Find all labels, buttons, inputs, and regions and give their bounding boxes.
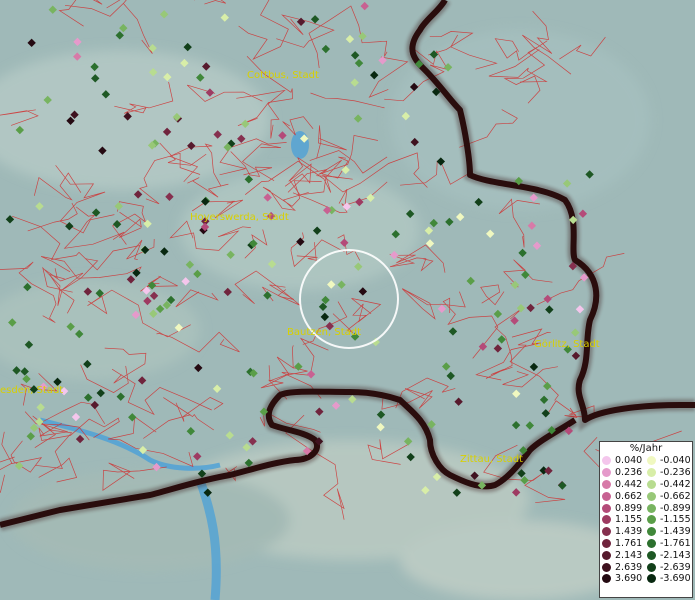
legend-swatch [647,527,656,537]
legend-label: 0.442 [615,478,643,490]
legend-label: 2.639 [615,561,643,573]
legend-label: 1.439 [615,526,643,538]
legend-swatch [647,550,656,560]
legend-entry: -0.040 [647,455,692,467]
legend-swatch [602,550,611,560]
legend-swatch [602,503,611,513]
city-label: Cottbus, Stadt [247,70,319,81]
legend-label: 3.690 [615,573,643,585]
legend-swatch [602,574,611,584]
legend-label: 1.761 [615,537,643,549]
legend-entry: -1.155 [647,514,692,526]
legend-entry: 0.442 [602,479,647,491]
legend-title: %/Jahr [629,443,663,454]
city-label: esden, Stadt [0,385,63,396]
legend-entry: -0.236 [647,467,692,479]
legend-swatch [602,527,611,537]
legend-label: -2.143 [660,549,691,561]
legend-negative-column: -0.040 -0.236 -0.442 -0.662 -0.899 -1.155 -1.4… [647,455,692,585]
city-label: Bautzen, Stadt [287,327,361,338]
legend-label: -2.639 [660,561,691,573]
legend-label: -1.155 [660,514,691,526]
legend-label: 0.040 [615,455,643,467]
legend-entry: 0.662 [602,490,647,502]
legend-entry: 0.899 [602,502,647,514]
legend-label: -1.761 [660,537,691,549]
city-label: Görlitz, Stadt [534,339,600,350]
legend-swatch [647,574,656,584]
legend-swatch [647,562,656,572]
legend-label: 1.155 [615,514,643,526]
legend-swatch [602,456,611,466]
legend-label: -0.040 [660,455,691,467]
legend-entry: -0.442 [647,479,692,491]
city-label: Zittau, Stadt [460,454,523,465]
legend-swatch [647,479,656,489]
legend-entry: -2.639 [647,561,692,573]
legend-entry: 1.155 [602,514,647,526]
legend-entry: 2.639 [602,561,647,573]
legend-label: -0.899 [660,502,691,514]
legend-swatch [602,562,611,572]
legend-entry: -0.662 [647,490,692,502]
map-canvas[interactable]: Cottbus, Stadt Hoyerswerda, Stadt Bautze… [0,0,695,600]
legend-label: -0.442 [660,478,691,490]
legend-entry: 1.761 [602,538,647,550]
legend-entry: -0.899 [647,502,692,514]
legend-swatch [602,491,611,501]
legend-entry: 0.040 [602,455,647,467]
legend-swatch [602,468,611,478]
legend-swatch [647,491,656,501]
legend-label: -0.236 [660,467,691,479]
legend-label: 0.662 [615,490,643,502]
legend-entry: 3.690 [602,573,647,585]
legend-entry: 2.143 [602,549,647,561]
legend-swatch [647,456,656,466]
legend-label: -1.439 [660,526,691,538]
legend-label: 0.236 [615,467,643,479]
legend-label: -0.662 [660,490,691,502]
legend-entry: -1.761 [647,538,692,550]
legend-positive-column: 0.040 0.236 0.442 0.662 0.899 1.155 1.439 1.761… [602,455,647,585]
legend-entry: -2.143 [647,549,692,561]
legend-swatch [647,515,656,525]
legend-swatch [602,538,611,548]
legend-entry: 1.439 [602,526,647,538]
legend-swatch [602,479,611,489]
legend-label: 0.899 [615,502,643,514]
legend-entry: -3.690 [647,573,692,585]
legend-entry: 0.236 [602,467,647,479]
legend-swatch [647,468,656,478]
legend-label: 2.143 [615,549,643,561]
city-label: Hoyerswerda, Stadt [190,212,289,223]
legend-swatch [647,538,656,548]
legend-label: -3.690 [660,573,691,585]
legend-swatch [647,503,656,513]
legend-entry: -1.439 [647,526,692,538]
legend: %/Jahr 0.040 0.236 0.442 0.662 0.899 1.155 1.4… [599,441,693,598]
legend-swatch [602,515,611,525]
